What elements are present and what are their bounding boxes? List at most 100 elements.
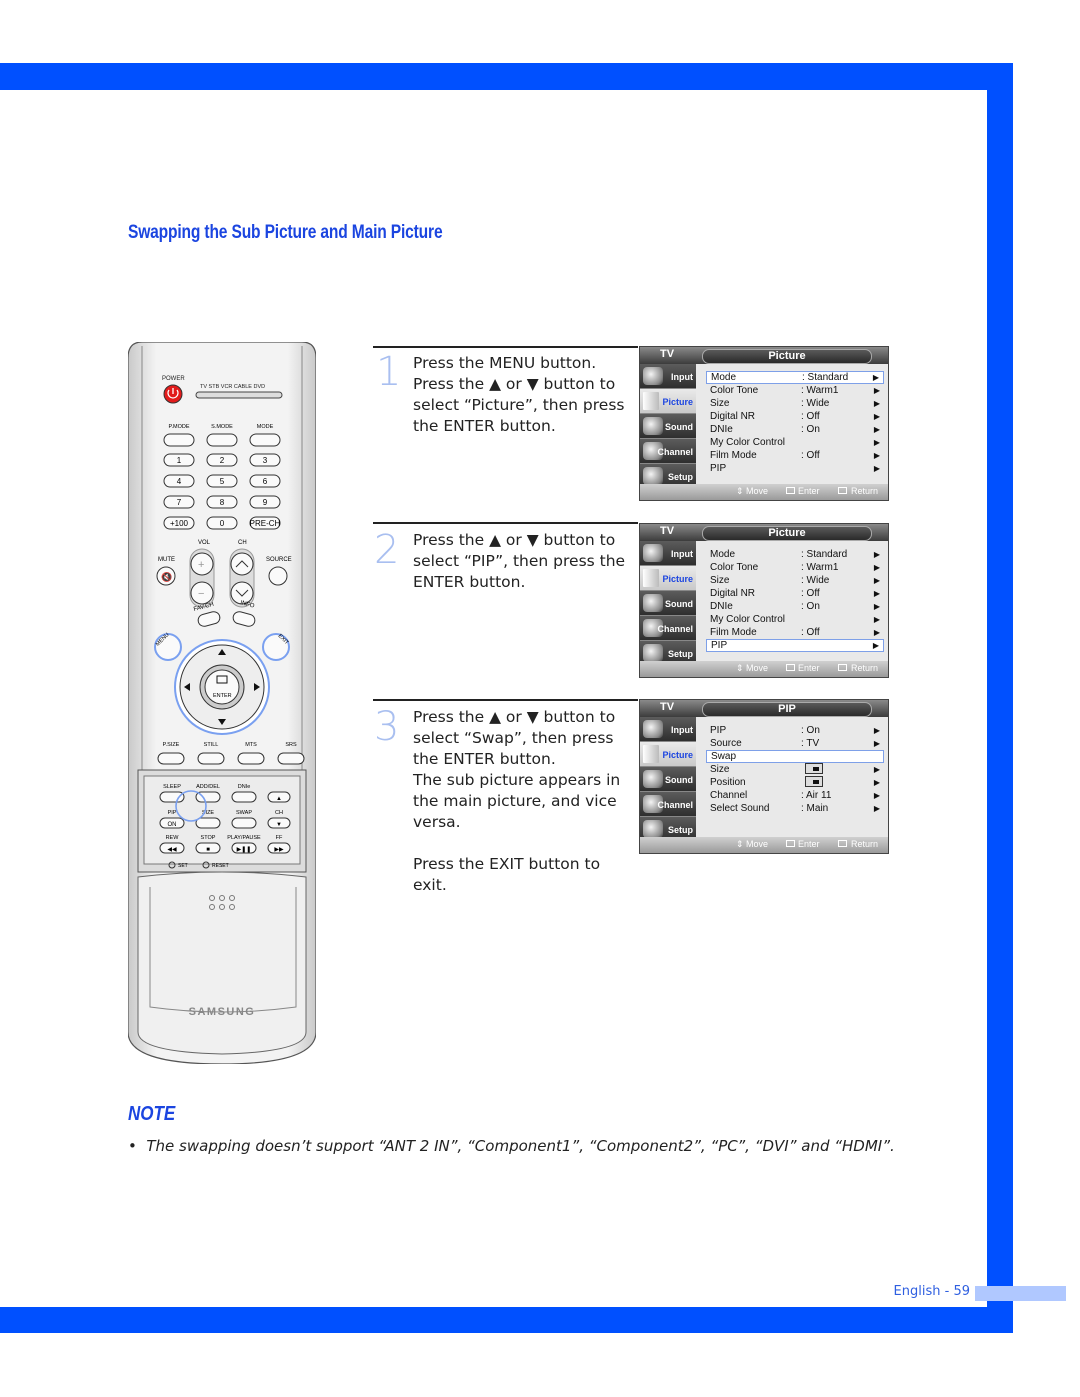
osd-footer: ⇕ Move Enter Return: [640, 484, 888, 500]
step-line: Press the EXIT button to exit.: [413, 855, 601, 894]
osd-row[interactable]: DNIe: On ▶: [706, 423, 884, 436]
svg-text:2: 2: [220, 456, 225, 465]
svg-text:−: −: [198, 588, 204, 600]
osd-menu-list: PIP: On ▶ Source : TV ▶ Swap Size ▶ Posit…: [706, 724, 884, 815]
arrow-right-icon: ▶: [873, 438, 880, 447]
osd-row[interactable]: Mode: Standard ▶: [706, 548, 884, 561]
size-icon: [805, 763, 823, 774]
osd-row-label: My Color Control: [710, 614, 786, 625]
svg-text:▶▶: ▶▶: [274, 847, 284, 853]
osd-row[interactable]: My Color Control ▶: [706, 436, 884, 449]
osd-row-label: Channel: [710, 790, 748, 801]
srs-button: [277, 752, 305, 765]
osd-row[interactable]: Color Tone: Warm1 ▶: [706, 384, 884, 397]
osd-menu-title: Picture: [702, 526, 872, 541]
osd-row[interactable]: Source: TV ▶: [706, 737, 884, 750]
section-title: Swapping the Sub Picture and Main Pictur…: [128, 222, 443, 243]
osd-row[interactable]: Size: Wide ▶: [706, 397, 884, 410]
svg-text:SET: SET: [178, 863, 188, 869]
osd-side-label: Setup: [667, 825, 693, 835]
osd-row[interactable]: PIP ▶: [706, 639, 884, 652]
step-2-divider: [373, 522, 638, 524]
osd-side-picture[interactable]: Picture: [640, 742, 696, 767]
osd-row[interactable]: Film Mode: Off ▶: [706, 449, 884, 462]
arrow-right-icon: ▶: [873, 412, 880, 421]
osd-footer: ⇕ Move Enter Return: [640, 661, 888, 677]
osd-side-input[interactable]: Input: [640, 541, 696, 566]
position-icon: [805, 776, 823, 787]
step-1-number: 1: [376, 349, 402, 395]
svg-text:3: 3: [263, 456, 268, 465]
osd-side-sound[interactable]: Sound: [640, 414, 696, 439]
note-text: The swapping doesn’t support “ANT 2 IN”,…: [146, 1137, 895, 1155]
osd-row-value: : TV: [801, 738, 820, 749]
osd-side-input[interactable]: Input: [640, 717, 696, 742]
osd-row[interactable]: DNIe: On ▶: [706, 600, 884, 613]
osd-header: TV Picture: [640, 524, 888, 541]
arrow-right-icon: ▶: [873, 602, 880, 611]
osd-row-value: : Wide: [801, 575, 830, 586]
smode-button: [206, 433, 238, 447]
osd-row[interactable]: PIP: On ▶: [706, 724, 884, 737]
svg-text:▶❚❚: ▶❚❚: [237, 846, 252, 853]
osd-tv-label: TV: [660, 525, 675, 537]
arrow-right-icon: ▶: [872, 373, 879, 382]
pmode-button: [163, 433, 195, 447]
svg-text:SAMSUNG: SAMSUNG: [189, 1006, 256, 1018]
arrow-right-icon: ▶: [873, 804, 880, 813]
osd-side-picture[interactable]: Picture: [640, 389, 696, 414]
osd-side-channel[interactable]: Channel: [640, 616, 696, 641]
osd-side-channel[interactable]: Channel: [640, 439, 696, 464]
osd-enter-hint: Enter: [798, 663, 820, 673]
osd-row[interactable]: Digital NR: Off ▶: [706, 587, 884, 600]
osd-side-input[interactable]: Input: [640, 364, 696, 389]
svg-text:5: 5: [220, 477, 225, 486]
osd-row[interactable]: Select Sound: Main ▶: [706, 802, 884, 815]
osd-row[interactable]: Film Mode: Off ▶: [706, 626, 884, 639]
osd-row-label: Source: [710, 738, 742, 749]
arrow-right-icon: ▶: [873, 386, 880, 395]
osd-row-label: Mode: [710, 549, 736, 560]
osd-row[interactable]: Channel: Air 11 ▶: [706, 789, 884, 802]
arrow-right-icon: ▶: [873, 399, 880, 408]
note-item: • The swapping doesn’t support “ANT 2 IN…: [128, 1136, 905, 1156]
osd-row-label: DNIe: [710, 424, 733, 435]
svg-text:1: 1: [177, 456, 182, 465]
osd-side-label: Picture: [662, 750, 693, 760]
osd-row-value: : On: [801, 601, 820, 612]
osd-sidebar: Input Picture Sound Channel Setup: [640, 364, 696, 489]
arrow-right-icon: ▶: [873, 615, 880, 624]
step-line: Press the ▲ or ▼ button to: [413, 375, 616, 393]
osd-row[interactable]: Color Tone: Warm1 ▶: [706, 561, 884, 574]
osd-row[interactable]: Size ▶: [706, 763, 884, 776]
osd-row[interactable]: Position ▶: [706, 776, 884, 789]
osd-row-label: Color Tone: [710, 562, 759, 573]
osd-side-channel[interactable]: Channel: [640, 792, 696, 817]
svg-text:4: 4: [177, 477, 182, 486]
arrow-right-icon: ▶: [873, 791, 880, 800]
input-icon: [643, 367, 663, 385]
osd-row-value: : Off: [801, 450, 820, 461]
osd-row-label: PIP: [711, 640, 728, 651]
still-button: [197, 752, 225, 765]
dnie-button: [231, 791, 257, 803]
arrow-right-icon: ▶: [872, 641, 879, 650]
osd-row[interactable]: PIP ▶: [706, 462, 884, 475]
osd-side-sound[interactable]: Sound: [640, 767, 696, 792]
osd-side-picture[interactable]: Picture: [640, 566, 696, 591]
osd-row[interactable]: My Color Control ▶: [706, 613, 884, 626]
osd-side-sound[interactable]: Sound: [640, 591, 696, 616]
osd-tv-label: TV: [660, 701, 675, 713]
page-number: English - 59: [893, 1284, 970, 1299]
osd-row[interactable]: Mode: Standard ▶: [706, 371, 884, 384]
osd-row[interactable]: Swap: [706, 750, 884, 763]
svg-text:SOURCE: SOURCE: [266, 557, 292, 563]
osd-row[interactable]: Digital NR: Off ▶: [706, 410, 884, 423]
arrow-right-icon: ▶: [873, 589, 880, 598]
osd-row-label: Digital NR: [710, 588, 756, 599]
osd-row-label: My Color Control: [710, 437, 786, 448]
svg-text:6: 6: [263, 477, 268, 486]
osd-row[interactable]: Size: Wide ▶: [706, 574, 884, 587]
osd-row-label: Film Mode: [710, 450, 757, 461]
svg-text:8: 8: [220, 498, 225, 507]
